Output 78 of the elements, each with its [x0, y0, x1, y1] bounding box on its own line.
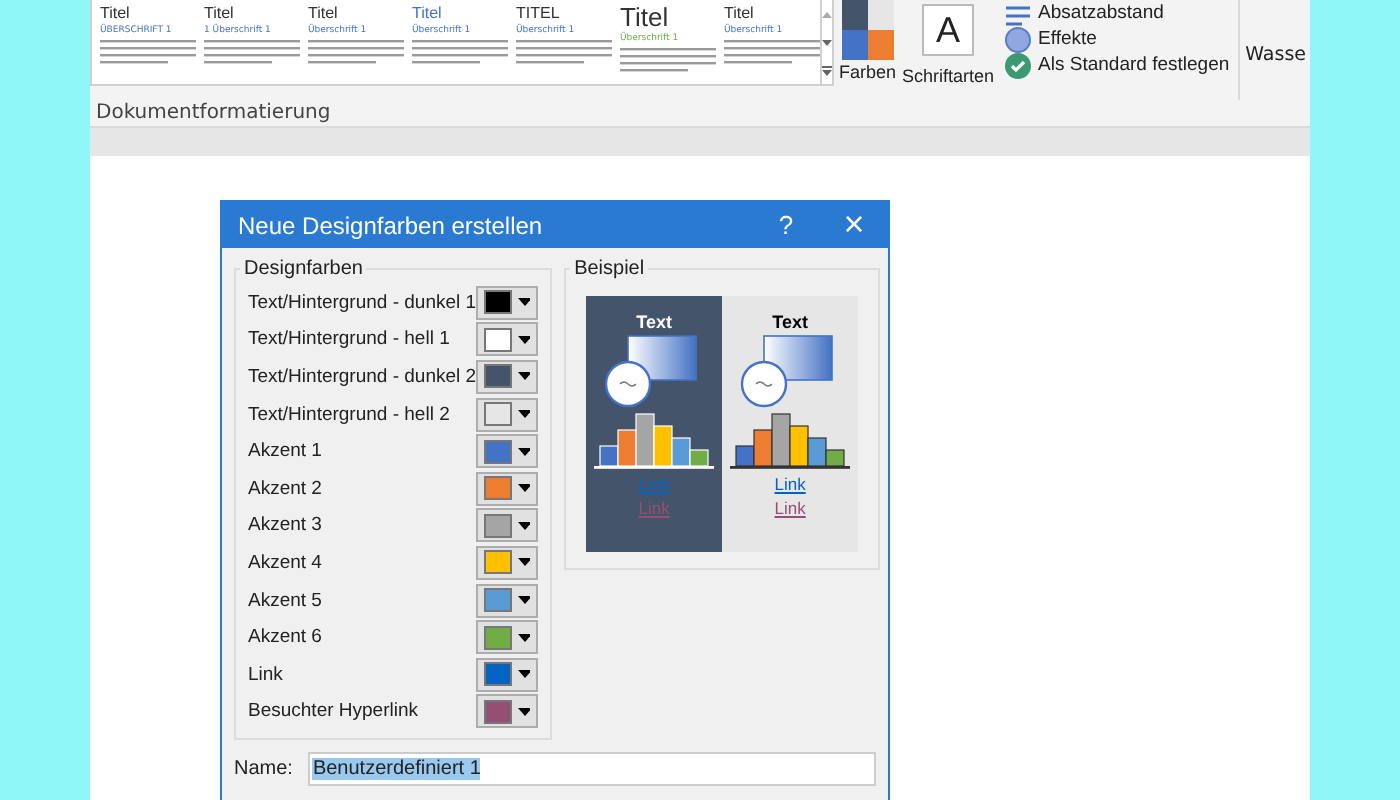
color-label: Akzent 4	[248, 551, 322, 574]
color-label: Text/Hintergrund - dunkel 2	[248, 365, 477, 388]
caret-icon	[518, 372, 531, 381]
text-lines-drawing	[516, 40, 612, 68]
text-lines-drawing	[620, 48, 716, 76]
color-picker-button[interactable]	[476, 471, 539, 506]
bar-chart-drawing	[730, 412, 851, 472]
color-label: Besuchter Hyperlink	[248, 700, 419, 723]
group-title: Designfarben	[242, 258, 365, 280]
caret-up-icon	[822, 11, 833, 17]
color-picker-button[interactable]	[476, 620, 539, 655]
checkmark-icon	[1004, 51, 1033, 79]
caret-down-icon	[822, 39, 833, 45]
color-picker-button[interactable]	[476, 434, 539, 469]
style-title: Titel	[100, 4, 132, 23]
color-squares-icon	[841, 0, 894, 60]
sample-heading: Text	[636, 312, 672, 332]
color-label: Akzent 1	[248, 440, 322, 463]
color-label: Text/Hintergrund - hell 2	[248, 403, 450, 426]
caret-icon	[518, 521, 531, 530]
name-field[interactable]: Benutzerdefiniert 1	[308, 752, 876, 787]
color-label: Akzent 5	[248, 589, 322, 612]
text-lines-drawing	[724, 40, 820, 68]
paragraph-spacing-icon	[1004, 1, 1033, 25]
caret-icon	[518, 558, 531, 567]
help-button[interactable]: ?	[752, 204, 820, 246]
ribbon-command[interactable]: Als Standard festlegen	[1004, 52, 1230, 78]
style-title: TITEL	[516, 4, 562, 23]
name-label: Name:	[234, 758, 293, 781]
color-label: Akzent 3	[248, 514, 322, 537]
text-lines-drawing	[308, 40, 404, 68]
color-picker-button[interactable]	[476, 657, 539, 692]
color-picker-button[interactable]	[476, 285, 539, 320]
style-title: Titel	[724, 4, 756, 23]
watermark-button[interactable]: Wasse	[1245, 44, 1306, 66]
color-label: Text/Hintergrund - dunkel 1	[248, 291, 477, 314]
text-lines-drawing	[100, 40, 196, 68]
close-button[interactable]: ×	[820, 204, 888, 246]
font-icon: A	[922, 4, 975, 56]
caret-icon	[518, 298, 531, 307]
caret-icon	[518, 335, 531, 344]
style-title: Titel	[204, 4, 236, 23]
color-picker-button[interactable]	[476, 508, 539, 543]
caret-icon	[518, 707, 531, 716]
group-title: Beispiel	[572, 258, 647, 280]
ribbon-command[interactable]: Absatzabstand	[1004, 0, 1230, 26]
ribbon-command[interactable]: Effekte	[1004, 26, 1230, 52]
caret-icon	[518, 596, 531, 605]
fonts-button[interactable]: A Schriftarten	[900, 0, 997, 86]
dialog-title: Neue Designfarben erstellen	[238, 211, 543, 239]
color-picker-button[interactable]	[476, 694, 539, 729]
effects-icon	[1004, 25, 1033, 53]
style-title: Titel	[620, 4, 669, 32]
sample-link[interactable]: Link	[774, 472, 806, 496]
colors-button[interactable]: Farben	[836, 0, 899, 82]
group-label: Dokumentformatierung	[96, 102, 333, 124]
color-picker-button[interactable]	[476, 359, 539, 394]
text-lines-drawing	[204, 40, 300, 68]
color-picker-button[interactable]	[476, 397, 539, 432]
caret-icon	[518, 484, 531, 493]
style-title: Titel	[308, 4, 340, 23]
bar-chart-drawing	[594, 412, 715, 472]
color-picker-button[interactable]	[476, 545, 539, 580]
caret-icon	[518, 410, 531, 419]
style-title: Titel	[412, 4, 444, 23]
caret-icon	[518, 670, 531, 679]
text-lines-drawing	[412, 40, 508, 68]
color-picker-button[interactable]	[476, 322, 539, 357]
color-label: Akzent 6	[248, 626, 322, 649]
sample-heading: Text	[772, 312, 808, 332]
sample-visited-link[interactable]: Link	[774, 496, 806, 520]
caret-icon	[518, 447, 531, 456]
color-picker-button[interactable]	[476, 583, 539, 618]
expand-icon	[822, 65, 833, 75]
color-label: Text/Hintergrund - hell 1	[248, 328, 450, 351]
color-label: Link	[248, 663, 283, 686]
caret-icon	[518, 633, 531, 642]
color-label: Akzent 2	[248, 477, 322, 500]
